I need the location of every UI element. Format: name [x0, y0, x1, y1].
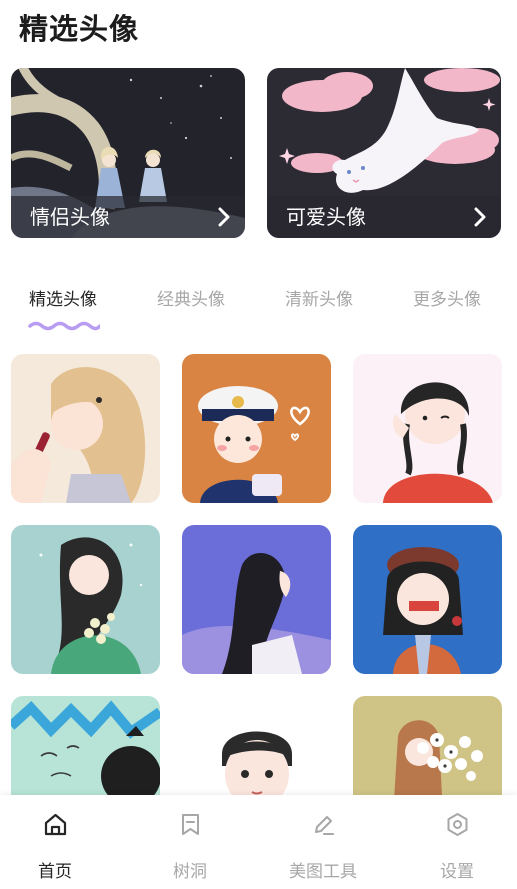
- page-title: 精选头像: [19, 12, 140, 46]
- nav-home[interactable]: 首页: [7, 795, 103, 889]
- nav-label: 美图工具: [289, 862, 357, 882]
- nav-label: 首页: [38, 862, 72, 882]
- avatar-image: [353, 525, 502, 674]
- avatar-image: [182, 354, 331, 503]
- avatar-image: [11, 354, 160, 503]
- pen-icon: [315, 816, 334, 835]
- chevron-right-icon: [218, 207, 230, 227]
- avatar-tile[interactable]: [11, 354, 160, 503]
- avatar-tile[interactable]: [182, 525, 331, 674]
- banner-cute-avatars[interactable]: 可爱头像: [267, 68, 501, 238]
- nav-label: 树洞: [173, 862, 207, 882]
- nav-settings[interactable]: 设置: [409, 795, 505, 889]
- avatar-image: [182, 525, 331, 674]
- tab-more[interactable]: 更多头像: [413, 285, 481, 310]
- chevron-right-icon: [474, 207, 486, 227]
- tab-classic[interactable]: 经典头像: [157, 285, 225, 310]
- avatar-image: [11, 525, 160, 674]
- active-tab-indicator: [28, 321, 100, 331]
- banner-label: 情侣头像: [30, 205, 110, 229]
- category-tabs: 精选头像 经典头像 清新头像 更多头像: [0, 285, 517, 335]
- tab-fresh[interactable]: 清新头像: [285, 285, 353, 310]
- avatar-image: [353, 354, 502, 503]
- bottom-navigation: 首页 树洞 美图工具 设置: [0, 795, 517, 889]
- bookmark-icon: [182, 814, 199, 835]
- avatar-tile[interactable]: [353, 354, 502, 503]
- avatar-tile[interactable]: [182, 354, 331, 503]
- nav-tree-hole[interactable]: 树洞: [142, 795, 238, 889]
- tab-featured[interactable]: 精选头像: [29, 285, 97, 310]
- settings-hexagon-icon: [447, 813, 468, 836]
- avatar-tile[interactable]: [353, 525, 502, 674]
- home-icon: [44, 813, 67, 836]
- nav-image-tools[interactable]: 美图工具: [275, 795, 371, 889]
- banner-label: 可爱头像: [286, 205, 366, 229]
- avatar-tile[interactable]: [11, 525, 160, 674]
- nav-label: 设置: [440, 862, 474, 882]
- banner-couple-avatars[interactable]: 情侣头像: [11, 68, 245, 238]
